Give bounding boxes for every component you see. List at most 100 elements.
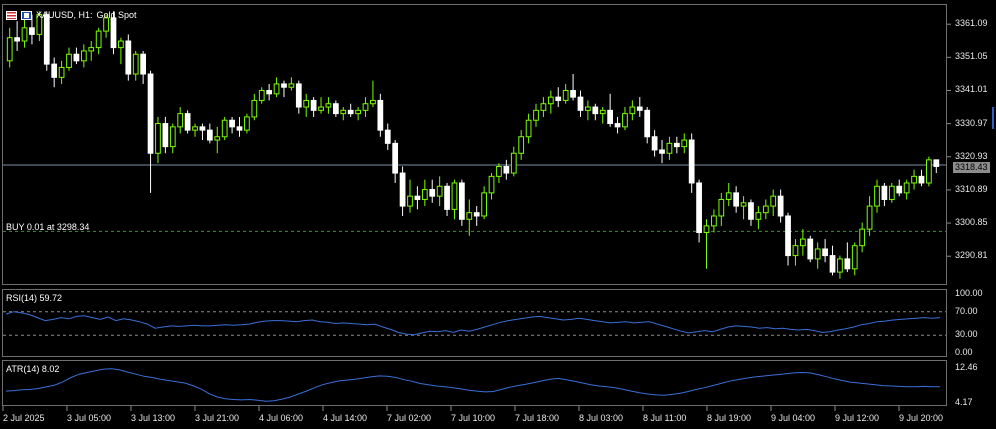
- candle-bull: [540, 103, 547, 111]
- symbol-description: Gold Spot: [96, 10, 137, 20]
- candle-bear: [162, 123, 169, 148]
- candle-bull: [177, 113, 184, 128]
- price-tick-label: 3290.81: [955, 250, 988, 261]
- price-tick-label: 3310.89: [955, 183, 988, 194]
- candle-bull: [837, 258, 843, 273]
- atr-tick-label: 12.46: [955, 362, 978, 372]
- candle-bull: [451, 182, 458, 210]
- candle-bear: [51, 63, 58, 78]
- candle-bear: [147, 73, 154, 154]
- time-tick-label: 3 Jul 05:00: [67, 413, 112, 423]
- rsi-tick-label: 70.00: [955, 305, 978, 316]
- time-tick-label: 7 Jul 02:00: [387, 413, 432, 423]
- price-tick-label: 3320.93: [955, 150, 988, 161]
- candle-bear: [266, 90, 273, 95]
- candle-bear: [829, 255, 836, 273]
- candle-bull: [792, 245, 799, 257]
- price-tick-label: 3330.97: [955, 117, 988, 128]
- rsi-line: [5, 311, 941, 336]
- candle-bull: [711, 215, 717, 227]
- candle-bull: [340, 109, 347, 115]
- candle-bear: [384, 129, 391, 144]
- candle-bear: [14, 37, 20, 42]
- candle-bull: [547, 96, 554, 105]
- candle-bull: [755, 212, 762, 220]
- candle-bull: [740, 202, 747, 207]
- candle-bull: [370, 99, 376, 105]
- candle-bear: [43, 14, 50, 65]
- time-tick-label: 3 Jul 21:00: [195, 413, 240, 423]
- candle-bull: [681, 139, 688, 148]
- time-tick-label: 9 Jul 12:00: [835, 413, 880, 423]
- candle-bear: [733, 192, 740, 207]
- candle-bear: [310, 99, 317, 111]
- candle-bull: [221, 119, 228, 138]
- candle-bear: [140, 53, 147, 75]
- candle-bull: [362, 103, 369, 111]
- candle-bear: [933, 159, 940, 167]
- time-tick-label: 8 Jul 03:00: [579, 413, 624, 423]
- candle-bull: [562, 90, 569, 101]
- candle-bear: [881, 185, 888, 200]
- candle-bull: [770, 195, 777, 207]
- candle-bear: [281, 83, 287, 88]
- candle-bull: [466, 212, 473, 220]
- chart-canvas[interactable]: [0, 0, 996, 429]
- candle-bear: [73, 53, 80, 62]
- candle-bull: [496, 165, 502, 177]
- candle-bull: [214, 136, 221, 141]
- symbol-text: XAUUSD, H1:: [36, 10, 93, 20]
- atr-line: [5, 368, 940, 402]
- candle-bull: [799, 238, 806, 247]
- candle-bull: [80, 50, 87, 62]
- candle-bull: [421, 189, 428, 200]
- candle-bull: [21, 27, 28, 42]
- price-tick-label: 3361.09: [955, 18, 988, 29]
- candle-bull: [192, 126, 198, 131]
- candle-bull: [66, 53, 72, 68]
- candle-bear: [184, 113, 191, 131]
- candle-bull: [525, 119, 532, 138]
- candle-bear: [459, 182, 465, 220]
- time-tick-label: 3 Jul 13:00: [131, 413, 176, 423]
- candle-bull: [703, 225, 710, 233]
- candle-bear: [503, 165, 510, 174]
- candle-bull: [533, 109, 539, 121]
- candle-bull: [88, 47, 95, 52]
- candle-bull: [718, 198, 725, 217]
- candle-bull: [599, 109, 606, 115]
- candle-bear: [614, 123, 621, 128]
- candle-bull: [169, 126, 176, 148]
- candle-bear: [748, 202, 754, 220]
- candle-bull: [132, 53, 139, 75]
- candle-bear: [444, 185, 450, 210]
- candle-bear: [822, 248, 828, 257]
- candle-bear: [199, 126, 206, 131]
- candle-bull: [888, 185, 895, 200]
- candle-bear: [659, 149, 665, 154]
- candle-bull: [622, 113, 628, 128]
- bid-price-tag: 3318.43: [953, 162, 990, 173]
- time-tick-label: 4 Jul 14:00: [323, 413, 368, 423]
- candle-bear: [236, 126, 243, 131]
- candle-bull: [155, 123, 161, 154]
- scroll-indicator[interactable]: [992, 107, 994, 129]
- candle-bull: [903, 182, 910, 194]
- candle-bull: [6, 37, 13, 62]
- time-tick-label: 9 Jul 04:00: [771, 413, 816, 423]
- candle-bull: [58, 66, 65, 78]
- time-tick-label: 7 Jul 18:00: [515, 413, 560, 423]
- atr-tick-label: 4.17: [955, 397, 973, 407]
- candle-bear: [229, 119, 235, 128]
- candle-bull: [118, 40, 124, 49]
- candle-bear: [570, 90, 576, 98]
- order-label[interactable]: BUY 0.01 at 3298.34: [6, 222, 89, 232]
- candle-bear: [696, 182, 702, 233]
- candle-bear: [636, 106, 643, 111]
- candle-bear: [29, 27, 35, 35]
- candle-bear: [399, 172, 406, 207]
- time-tick-label: 4 Jul 06:00: [259, 413, 304, 423]
- candle-bear: [473, 212, 480, 217]
- candle-bull: [585, 106, 591, 111]
- candle-bull: [851, 245, 858, 270]
